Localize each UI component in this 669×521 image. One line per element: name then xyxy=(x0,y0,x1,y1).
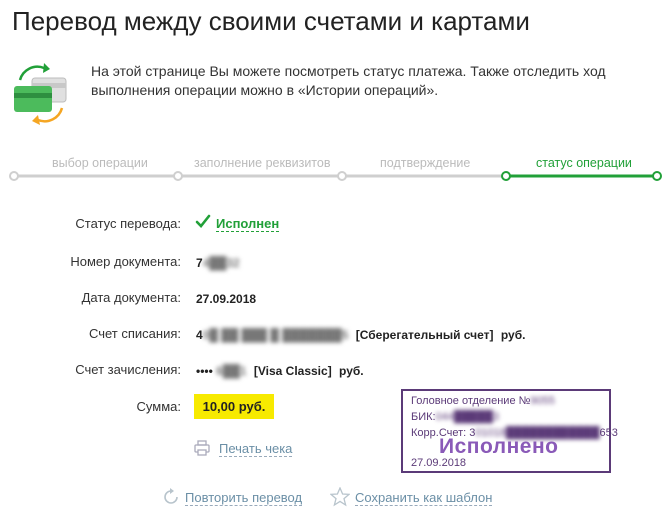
step-dot-3 xyxy=(337,171,347,181)
step-dot-4 xyxy=(501,171,511,181)
step-select-operation: выбор операции xyxy=(52,156,148,170)
from-account-label: Счет списания: xyxy=(88,326,181,341)
stamp-executed-text: Исполнено xyxy=(439,435,559,458)
doc-number-value: 74██32 xyxy=(196,256,240,270)
checkmark-icon xyxy=(195,214,211,235)
progress-steps: выбор операции заполнение реквизитов под… xyxy=(0,150,669,190)
printer-icon[interactable] xyxy=(194,440,210,461)
step-dot-end xyxy=(652,171,662,181)
step-fill-details: заполнение реквизитов xyxy=(194,156,331,170)
status-label: Статус перевода: xyxy=(75,216,181,231)
status-value[interactable]: Исполнен xyxy=(216,216,280,232)
step-confirm: подтверждение xyxy=(380,156,471,170)
page-title: Перевод между своими счетами и картами xyxy=(12,6,530,36)
print-receipt-link[interactable]: Печать чека xyxy=(219,441,293,457)
doc-number-label: Номер документа: xyxy=(70,254,181,269)
step-dot-2 xyxy=(173,171,183,181)
doc-date-value: 27.09.2018 xyxy=(196,292,257,306)
to-account-label: Счет зачисления: xyxy=(75,362,181,377)
stamp-branch: Головное отделение №9055 xyxy=(411,395,555,407)
bank-stamp: Головное отделение №9055 БИК:044█████3 К… xyxy=(401,389,618,473)
from-account-value: 40█ ██ ███ █ ███████5 [Сберегательный сч… xyxy=(196,328,526,342)
repeat-transfer-link[interactable]: Повторить перевод xyxy=(185,490,303,506)
intro-text: На этой странице Вы можете посмотреть ст… xyxy=(91,63,606,98)
star-icon[interactable] xyxy=(329,486,351,512)
step-status: статус операции xyxy=(536,156,632,170)
step-dot-1 xyxy=(9,171,19,181)
sum-value: 10,00 руб. xyxy=(194,394,274,419)
save-template-link[interactable]: Сохранить как шаблон xyxy=(355,490,493,506)
doc-date-label: Дата документа: xyxy=(81,290,181,305)
sum-label: Сумма: xyxy=(136,399,181,414)
stamp-bik: БИК:044█████3 xyxy=(411,411,500,423)
stamp-date: 27.09.2018 xyxy=(411,457,467,469)
to-account-value: •••• 6██1 [Visa Classic] руб. xyxy=(196,364,364,378)
transfer-cards-icon xyxy=(10,60,70,126)
repeat-icon[interactable] xyxy=(162,488,180,511)
